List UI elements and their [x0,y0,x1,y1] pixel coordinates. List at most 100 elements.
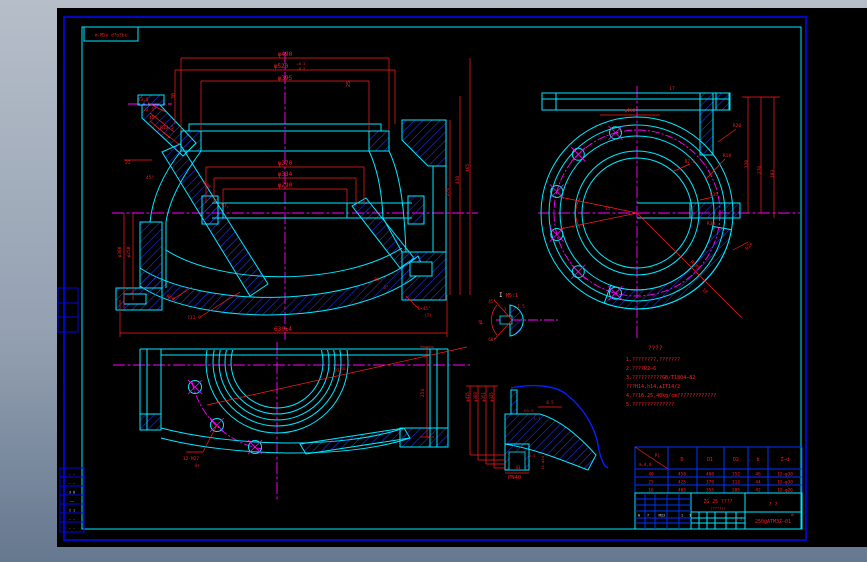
dim-label: 25 [346,81,352,87]
table-header: D1 [707,457,713,463]
notes-line: 3.??????????GB/T1804—82 [626,375,695,381]
dim-label: 15° [605,206,613,212]
margin-row-text: · · [69,518,75,522]
revision-mark: M22 [659,513,666,518]
flange-detail-label: PN40 [508,475,521,481]
title-block-note: 5.2 [735,517,743,522]
dim-label: φ290 [278,182,293,189]
table-cell: 44 [755,480,761,486]
margin-row-text: 3 8 [69,491,75,495]
dim-label: 12-M27 [183,456,200,462]
notes-line: 2.????R2—6 [626,366,656,372]
drawing-number: 250@ATM3Z—01 [755,519,791,525]
dim-label: R35 [710,192,718,198]
notes-line: ???H14,h14,±IT14/2 [626,384,680,390]
dim-label: 254 [420,389,426,397]
margin-row-text: · · [69,473,75,477]
dim-label: 22 [125,160,131,166]
dim-label: φ520 [274,63,289,70]
dim-label: 8.5 [546,400,554,405]
margin-row-text: · · [69,482,75,486]
table-cell: 40 [648,472,654,478]
dim-label: 183 [770,170,776,178]
dim-label: R30 [707,221,715,227]
table-cell: 12—φ30 [777,480,793,486]
notes-line: 5.?????????????? [626,402,674,408]
dim-label: φ334 [278,171,293,178]
dim-label: φ351 [481,392,486,402]
table-cell: 370 [706,480,714,486]
dim-label: 17 [669,86,675,92]
table-cell: 450 [678,472,686,478]
dim-label: 22.5° [143,107,157,113]
dim-label: φ160 [625,108,636,114]
dim-label: 45° [488,299,495,304]
table-cell: 312 [732,480,740,486]
cad-drawing-sheet: m-M5o d?o?bc · ·· ·3 8——1 1· ·· · φ490φ5… [0,0,867,562]
stamp-box: m-M5o d?o?bc [83,26,139,42]
dim-label: 30 [171,93,177,99]
table-corner-label: Pi [655,453,660,458]
revision-mark: ? [647,513,649,518]
dim-label: 465 [465,164,471,172]
notes-line: 4.??16.25.40kg/cm????????????? [626,393,716,399]
dim-label: 320 [744,160,750,168]
dim-label: -0.2 [297,67,305,71]
dim-label: φ250 [126,246,132,257]
material-label: ZG 25 ???? [704,499,733,505]
dim-label: 410 [455,176,461,184]
dim-label: R18 [723,153,731,159]
dim-label: R13.5 [160,125,174,131]
sheet-background [57,8,867,547]
detail-i-slot [499,315,513,325]
table-cell: 405 [678,488,686,494]
dim-label: φ368 [473,392,478,402]
dim-label: 630±4 [274,326,292,333]
dim-label: R20 [733,123,741,129]
cad-viewer-stage: m-M5o d?o?bc · ·· ·3 8——1 1· ·· · [0,0,867,562]
table-cell: 12—φ26 [777,488,793,494]
dim-label: φ490 [278,51,293,58]
table-header: D [681,457,684,463]
table-header: b [757,457,760,463]
table-cell: 355 [706,488,714,494]
margin-row-text: 1 1 [69,509,75,513]
dim-label: 43 [516,465,521,470]
dim-label: 45° [149,115,157,121]
table-cell: 12—φ30 [777,472,793,478]
dim-label: 1.5 [517,304,525,309]
stamp-text: m-M5o d?o?bc [95,33,128,39]
dim-label: φ395 [278,75,293,82]
dim-label: 60° [488,337,495,342]
table-cell: 16 [648,488,654,494]
table-cell: 425 [678,480,686,486]
table-corner-label: m,d,d [639,462,652,467]
dim-label: 13.5 [138,97,149,103]
dim-label: R9 [374,277,380,283]
detail-i-label: I [499,292,503,299]
dim-label: 270 [445,188,451,196]
dim-label: R1.5 [524,408,533,413]
table-cell: 400 [706,472,714,478]
dim-label: φ325 [489,392,494,402]
dim-label: 3° [383,285,389,291]
table-cell: 285 [732,488,740,494]
dim-label: 1:7 [534,416,541,421]
margin-row-text: · · [69,527,75,531]
dim-label: φ6 [478,319,483,324]
table-header: D2 [733,457,739,463]
dim-label: R7.5 [685,159,696,165]
dim-label: φ300 [117,246,123,257]
dim-label: ?31-9 [187,315,201,321]
dim-label: φ415 [465,392,470,402]
dim-label: +0.3 [297,62,305,66]
notes-title: ???? [648,345,663,352]
table-cell: 46 [755,472,761,478]
drawing-number-sup: 1B [790,513,794,517]
dim-label: φ370 [278,160,293,167]
table-cell: 352 [732,472,740,478]
dim-label: (7) [424,313,431,318]
table-cell: 42 [755,488,761,494]
dim-label: 1×45° [417,306,431,312]
notes-line: 1.????????,??????? [626,357,680,363]
